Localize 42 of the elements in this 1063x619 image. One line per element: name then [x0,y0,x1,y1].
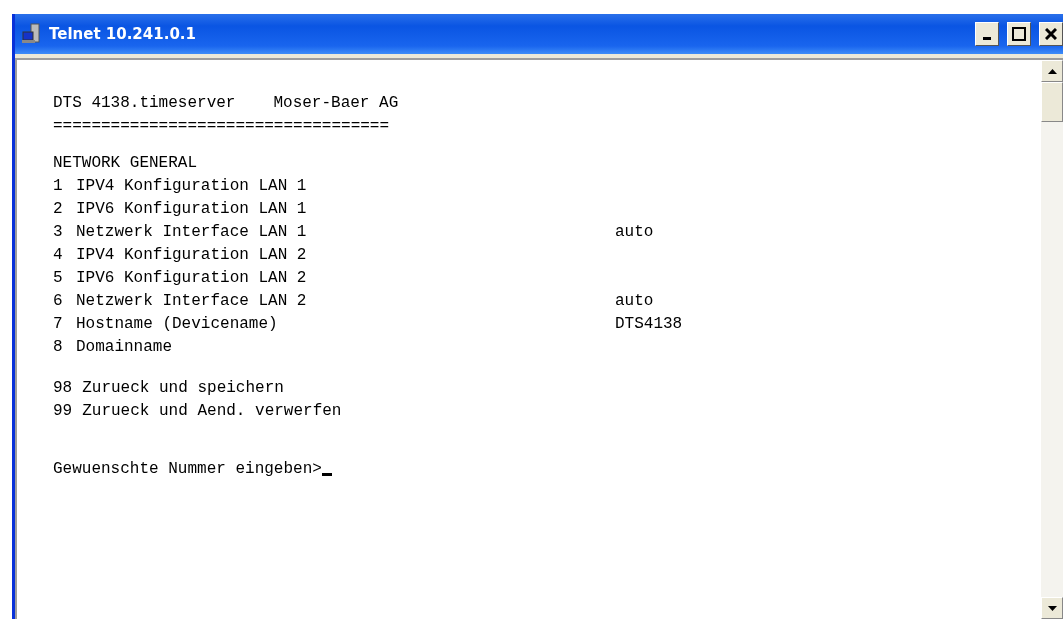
window-title: Telnet 10.241.0.1 [49,25,197,43]
separator-text: =================================== [53,116,390,137]
text-cursor [321,472,332,476]
menu-value: auto [615,221,654,243]
menu-value: auto [615,290,654,312]
menu-number: 6 [53,290,64,312]
scroll-down-button[interactable] [1041,597,1063,619]
maximize-icon [1012,27,1026,41]
input-prompt: Gewuenschte Nummer eingeben> [53,458,322,480]
menu-label: IPV4 Konfiguration LAN 2 [76,244,308,266]
vendor-name: Moser-Baer AG [273,93,399,114]
menu-number: 3 [53,221,64,243]
menu-value: DTS4138 [615,313,683,335]
menu-number: 7 [53,313,64,335]
close-button[interactable] [1039,22,1063,46]
down-arrow-icon [1047,605,1057,611]
minimize-icon [983,36,991,40]
menu-label: Zurueck und Aend. verwerfen [82,401,343,423]
menu-number: 4 [53,244,64,266]
up-arrow-icon [1047,68,1057,74]
menu-number: 99 [53,401,74,423]
menu-number: 98 [53,378,74,400]
computer-icon [21,23,43,45]
menu-label: Netzwerk Interface LAN 1 [76,221,308,243]
menu-number: 2 [53,198,64,220]
menu-label: IPV6 Konfiguration LAN 1 [76,198,308,220]
menu-label: Hostname (Devicename) [76,313,279,335]
menu-label: IPV4 Konfiguration LAN 1 [76,175,308,197]
minimize-button[interactable] [975,22,999,46]
menu-label: Domainname [76,336,173,358]
menu-number: 8 [53,336,64,358]
section-title: NETWORK GENERAL [53,152,198,174]
close-icon [1045,28,1057,40]
scrollbar-thumb[interactable] [1041,82,1063,122]
menu-label: Netzwerk Interface LAN 2 [76,290,308,312]
product-name: DTS 4138.timeserver [53,93,236,114]
menu-label: Zurueck und speichern [82,378,285,400]
menu-number: 1 [53,175,64,197]
maximize-button[interactable] [1007,22,1031,46]
scroll-up-button[interactable] [1041,60,1063,82]
menu-label: IPV6 Konfiguration LAN 2 [76,267,308,289]
menu-number: 5 [53,267,64,289]
